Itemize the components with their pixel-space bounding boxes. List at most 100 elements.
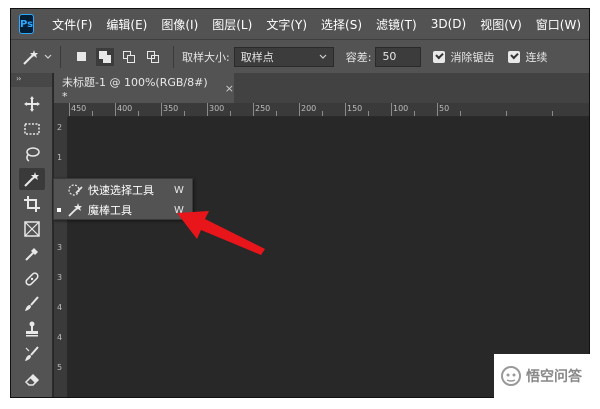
ruler-label: 3: [57, 243, 63, 252]
panel-collapse-button[interactable]: ››: [11, 73, 52, 87]
lasso-tool[interactable]: [19, 143, 45, 165]
history-brush-tool[interactable]: [19, 343, 45, 365]
menu-select[interactable]: 选择(S): [321, 16, 362, 33]
crop-tool[interactable]: [19, 193, 45, 215]
history-brush-icon: [25, 346, 39, 361]
antialias-label: 消除锯齿: [450, 50, 495, 64]
ruler-tick: [437, 103, 438, 116]
antialias-checkbox[interactable]: 消除锯齿: [433, 49, 494, 65]
frame-icon: [24, 221, 40, 237]
flyout-item-magic-wand[interactable]: 魔棒工具 W: [54, 200, 194, 220]
intersect-selection-button[interactable]: [144, 48, 162, 66]
add-to-selection-button[interactable]: [96, 47, 114, 66]
ruler-tick: [69, 103, 70, 116]
divider: [173, 45, 174, 68]
menu-view[interactable]: 视图(V): [480, 16, 522, 33]
subtract-selection-icon: [123, 50, 135, 63]
ruler-label: 150: [347, 104, 363, 113]
document-tab-bar: 未标题-1 @ 100%(RGB/8#) * ×: [54, 73, 589, 103]
divider: [60, 45, 61, 68]
ruler-tick: [184, 111, 185, 116]
eyedropper-tool[interactable]: [19, 243, 45, 265]
checkbox-checked-icon: [508, 50, 521, 63]
selected-indicator: [57, 208, 61, 212]
new-selection-button[interactable]: [72, 48, 90, 66]
ruler-tick: [299, 103, 300, 116]
chevron-down-icon: [44, 54, 52, 59]
sample-size-select[interactable]: 取样点: [233, 46, 334, 67]
ruler-tick: [253, 103, 254, 116]
subtract-from-selection-button[interactable]: [120, 48, 138, 66]
ruler-label: 3: [57, 273, 63, 282]
menu-filter[interactable]: 滤镜(T): [376, 16, 417, 33]
chevron-down-icon: [319, 54, 327, 59]
add-selection-icon: [99, 50, 111, 63]
move-tool[interactable]: [19, 93, 45, 115]
menu-3d[interactable]: 3D(D): [431, 17, 466, 31]
menu-file[interactable]: 文件(F): [52, 16, 92, 33]
ruler-label: 4: [57, 303, 63, 312]
ruler-tick: [207, 103, 208, 116]
ruler-tick: [161, 103, 162, 116]
quick-selection-icon: [66, 182, 84, 198]
frame-tool[interactable]: [19, 218, 45, 240]
contiguous-label: 连续: [525, 50, 548, 64]
flyout-item-label: 快速选择工具: [88, 184, 154, 197]
brush-tool[interactable]: [19, 293, 45, 315]
ruler-label: 200: [301, 104, 317, 113]
eraser-icon: [24, 373, 40, 386]
ruler-tick: [368, 111, 369, 116]
brush-icon: [25, 296, 39, 311]
healing-brush-tool[interactable]: [19, 268, 45, 290]
ruler-label: 50: [439, 104, 450, 113]
watermark: 悟空问答: [494, 354, 590, 398]
tolerance-value: 50: [382, 50, 397, 63]
menu-type[interactable]: 文字(Y): [266, 16, 307, 33]
shortcut-key: W: [174, 184, 184, 196]
lasso-icon: [26, 147, 40, 162]
clone-stamp-tool[interactable]: [19, 318, 45, 340]
tolerance-input[interactable]: 50: [375, 46, 422, 67]
flyout-item-quick-selection[interactable]: 快速选择工具 W: [54, 180, 194, 200]
new-selection-icon: [76, 52, 86, 61]
tool-preset-picker[interactable]: [21, 48, 52, 66]
ruler-label: 450: [71, 104, 87, 113]
ruler-tick: [460, 111, 461, 116]
document-tab-title: 未标题-1 @ 100%(RGB/8#) *: [62, 75, 208, 103]
tolerance-label: 容差:: [345, 50, 372, 64]
horizontal-ruler[interactable]: 450 400 350 300 250 200 150 100 50: [68, 103, 589, 117]
marquee-tool[interactable]: [19, 118, 45, 140]
ruler-label: 100: [393, 104, 409, 113]
menu-window[interactable]: 窗口(W): [536, 16, 581, 33]
menu-layer[interactable]: 图层(L): [212, 16, 252, 33]
stamp-icon: [26, 321, 38, 337]
watermark-text: 悟空问答: [526, 369, 582, 385]
vertical-ruler[interactable]: 2 1 1 2 3 3 4 4 5: [54, 117, 68, 397]
move-icon: [24, 96, 40, 112]
ruler-tick: [506, 111, 507, 116]
document-tab[interactable]: 未标题-1 @ 100%(RGB/8#) * ×: [54, 73, 234, 103]
menu-image[interactable]: 图像(I): [161, 16, 198, 33]
ruler-origin[interactable]: [54, 103, 68, 117]
ruler-tick: [138, 111, 139, 116]
menu-bar: Ps 文件(F) 编辑(E) 图像(I) 图层(L) 文字(Y) 选择(S) 滤…: [11, 9, 589, 39]
eyedropper-icon: [25, 248, 38, 261]
close-icon[interactable]: ×: [225, 82, 234, 95]
sample-size-label: 取样大小:: [182, 50, 230, 64]
options-bar: 取样大小: 取样点 容差: 50 消除锯齿 连续: [11, 39, 589, 73]
ruler-label: 5: [57, 363, 63, 372]
contiguous-checkbox[interactable]: 连续: [508, 49, 547, 65]
magic-wand-tool[interactable]: [19, 168, 45, 190]
eraser-tool[interactable]: [19, 368, 45, 390]
flyout-item-label: 魔棒工具: [88, 204, 132, 217]
ruler-tick: [345, 103, 346, 116]
sample-size-value: 取样点: [240, 50, 274, 64]
ruler-label: 1: [57, 153, 63, 162]
ruler-label: 4: [57, 333, 63, 342]
ruler-label: 300: [209, 104, 225, 113]
ruler-label: 250: [255, 104, 271, 113]
crop-icon: [24, 196, 40, 212]
menu-edit[interactable]: 编辑(E): [106, 16, 147, 33]
bandage-icon: [25, 272, 39, 286]
ruler-tick: [115, 103, 116, 116]
